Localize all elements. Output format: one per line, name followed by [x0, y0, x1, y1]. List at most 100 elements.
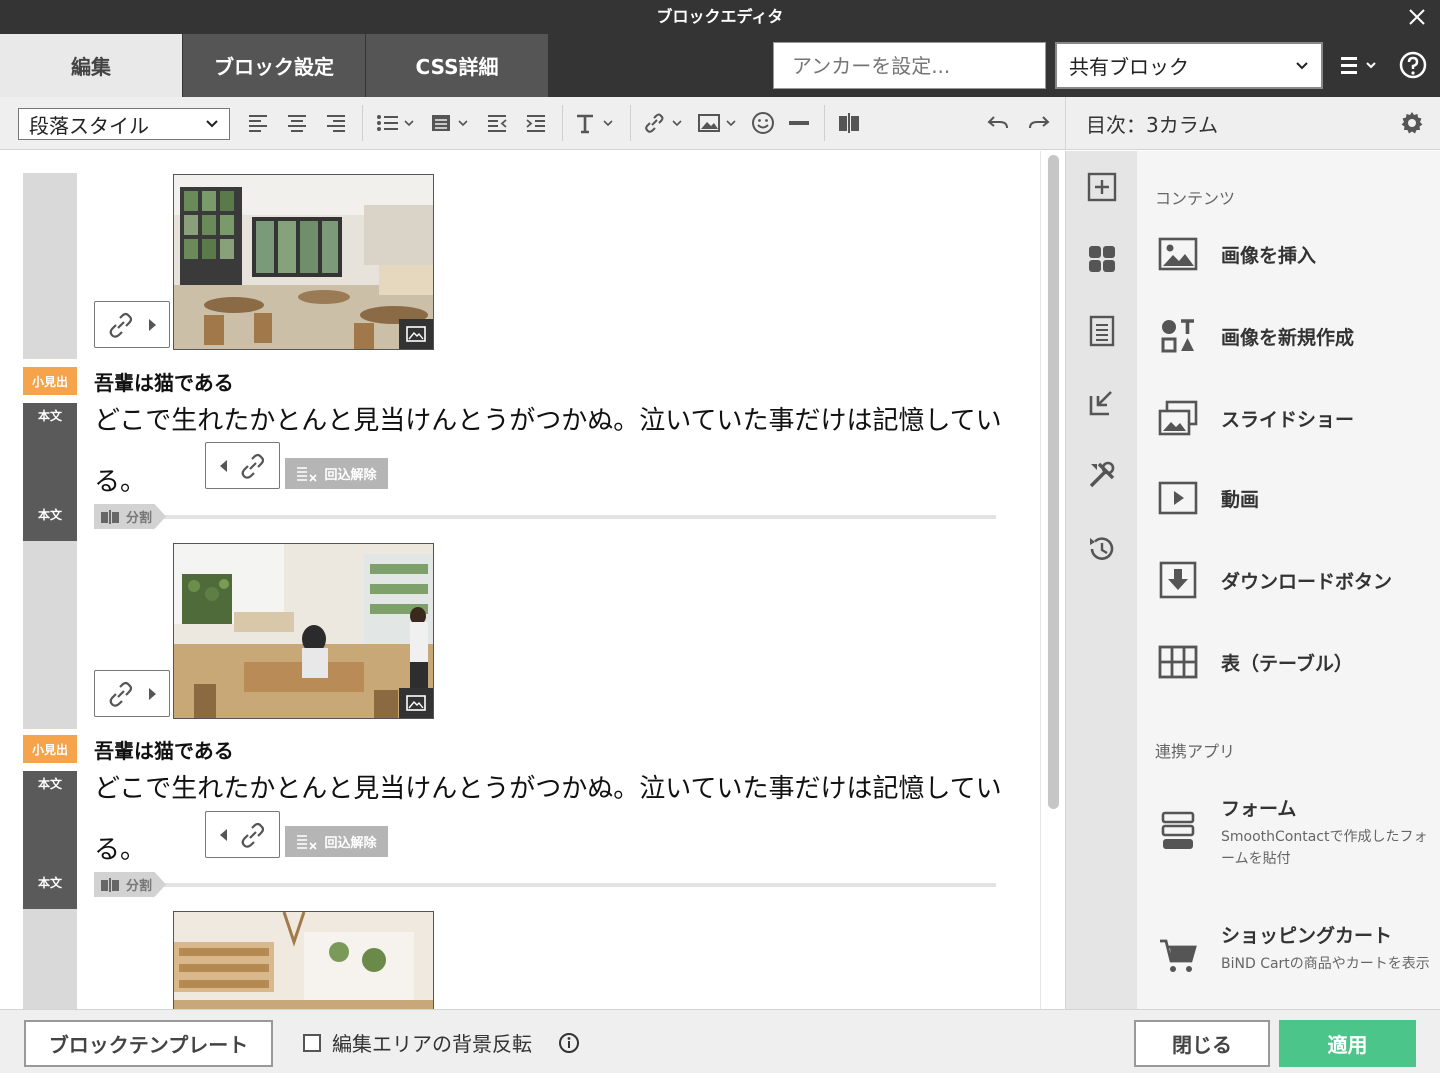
- side-panel-title: 目次：3カラム: [1086, 113, 1219, 137]
- cafe-image[interactable]: [173, 174, 434, 350]
- chevron-down-icon: [206, 120, 218, 128]
- document-tab[interactable]: [1084, 313, 1120, 349]
- invert-background-checkbox[interactable]: [303, 1034, 321, 1052]
- image-link-button[interactable]: [94, 670, 170, 717]
- parts-tab[interactable]: [1084, 241, 1120, 277]
- divider-label: 分割: [94, 872, 166, 897]
- section-contents: コンテンツ: [1155, 189, 1236, 208]
- shapes-icon: [1161, 319, 1194, 353]
- shopping-cart-item[interactable]: ショッピングカート BiND Cartの商品やカートを表示: [1157, 921, 1437, 991]
- download-button-item[interactable]: ダウンロードボタン: [1157, 555, 1437, 605]
- link-icon: [109, 312, 133, 338]
- column-split-icon: [101, 877, 119, 892]
- video-label: 動画: [1221, 488, 1260, 511]
- cafe-counter-photo: [174, 912, 433, 1009]
- wrap-release-button[interactable]: 回込解除: [285, 458, 388, 489]
- help-button[interactable]: [1398, 50, 1428, 80]
- editor-scrollbar[interactable]: [1040, 151, 1065, 1009]
- indent-button[interactable]: [522, 108, 550, 138]
- image-button[interactable]: [696, 108, 742, 138]
- close-button[interactable]: 閉じる: [1134, 1020, 1270, 1067]
- body-tag: 本文: [37, 777, 62, 791]
- image-gutter: [23, 173, 77, 359]
- divider-text: 分割: [126, 511, 153, 526]
- text-style-icon: [577, 114, 613, 134]
- window-title: ブロックエディタ: [656, 7, 784, 26]
- hamburger-icon: [1341, 57, 1376, 74]
- undo-icon: [987, 116, 1008, 129]
- link-icon: [109, 681, 133, 707]
- undo-button[interactable]: [984, 108, 1012, 138]
- bullet-list-icon: [377, 115, 414, 131]
- shared-block-select[interactable]: 共有ブロック: [1055, 42, 1323, 89]
- toolbar-divider: [362, 105, 363, 141]
- align-left-button[interactable]: [244, 108, 272, 138]
- form-item[interactable]: フォーム SmoothContactで作成したフォームを貼付: [1157, 794, 1437, 867]
- outdent-button[interactable]: [483, 108, 511, 138]
- info-button[interactable]: [558, 1032, 580, 1058]
- slideshow-item[interactable]: スライドショー: [1157, 393, 1437, 443]
- link-icon: [241, 822, 264, 848]
- video-item[interactable]: 動画: [1157, 473, 1437, 523]
- align-right-icon: [327, 115, 345, 132]
- anchor-input[interactable]: [773, 42, 1046, 89]
- image-gutter: [23, 541, 77, 729]
- insert-image-item[interactable]: 画像を挿入: [1157, 229, 1437, 279]
- redo-icon: [1029, 116, 1050, 129]
- text-style-button[interactable]: [573, 108, 619, 138]
- wrap-release-button[interactable]: 回込解除: [285, 826, 388, 857]
- column-divider[interactable]: 分割: [94, 872, 996, 897]
- redo-button[interactable]: [1025, 108, 1053, 138]
- scrollbar-thumb[interactable]: [1048, 155, 1059, 809]
- column-divider[interactable]: 分割: [94, 504, 996, 529]
- block-format-button[interactable]: [430, 108, 474, 138]
- body-gutter: 本文 本文: [23, 771, 77, 909]
- history-tab[interactable]: [1084, 531, 1120, 567]
- paragraph-style-select[interactable]: 段落スタイル: [18, 108, 230, 140]
- caret-left-icon: [219, 828, 227, 841]
- apply-button[interactable]: 適用: [1279, 1020, 1416, 1067]
- link-button[interactable]: [642, 108, 688, 138]
- wrap-release-label: 回込解除: [324, 468, 377, 483]
- image-link-button[interactable]: [94, 301, 170, 348]
- list-button[interactable]: [374, 108, 420, 138]
- create-image-item[interactable]: 画像を新規作成: [1157, 311, 1437, 361]
- import-tab[interactable]: [1084, 385, 1120, 421]
- side-icon-bar: [1065, 151, 1137, 1009]
- image-settings-button[interactable]: [399, 319, 433, 349]
- block-format-icon: [432, 115, 468, 131]
- toolbar-divider: [824, 105, 825, 141]
- divider-text: 分割: [126, 879, 153, 894]
- split-column-button[interactable]: [835, 108, 863, 138]
- body-tag: 本文: [37, 508, 62, 522]
- inline-link-button[interactable]: [205, 442, 280, 489]
- table-item[interactable]: 表（テーブル）: [1157, 637, 1437, 687]
- align-right-button[interactable]: [322, 108, 350, 138]
- settings-button[interactable]: [1400, 111, 1424, 139]
- tools-tab[interactable]: [1084, 457, 1120, 493]
- body-tag: 本文: [37, 409, 62, 423]
- cafe-image[interactable]: [173, 911, 434, 1009]
- menu-button[interactable]: [1336, 48, 1386, 82]
- cafe-people-photo: [174, 544, 433, 718]
- footer-bar: ブロックテンプレート 編集エリアの背景反転 閉じる 適用: [0, 1009, 1440, 1073]
- slideshow-label: スライドショー: [1221, 408, 1355, 431]
- align-center-button[interactable]: [283, 108, 311, 138]
- tab-block-settings[interactable]: ブロック設定: [183, 34, 365, 97]
- emoji-button[interactable]: [749, 108, 777, 138]
- image-settings-button[interactable]: [399, 688, 433, 718]
- tab-css-details[interactable]: CSS詳細: [366, 34, 548, 97]
- invert-background-label: 編集エリアの背景反転: [332, 1032, 532, 1056]
- heading-tag: 小見出: [23, 735, 77, 763]
- content-panel: コンテンツ 画像を挿入 画像を新規作成 スライドショー 動画 ダウンロードボタン…: [1137, 151, 1440, 1009]
- tab-edit[interactable]: 編集: [0, 34, 182, 97]
- block-template-button[interactable]: ブロックテンプレート: [24, 1020, 273, 1067]
- editor-area[interactable]: 小見出 吾輩は猫である 本文 本文 どこで生れたかとんと見当けんとうがつかぬ。泣…: [0, 151, 1065, 1009]
- add-content-tab[interactable]: [1084, 169, 1120, 205]
- inline-link-button[interactable]: [205, 811, 280, 858]
- cafe-image[interactable]: [173, 543, 434, 719]
- close-window-button[interactable]: [1402, 0, 1432, 34]
- horizontal-rule-button[interactable]: [785, 108, 813, 138]
- title-bar: ブロックエディタ: [0, 0, 1440, 34]
- divider-line: [154, 883, 996, 887]
